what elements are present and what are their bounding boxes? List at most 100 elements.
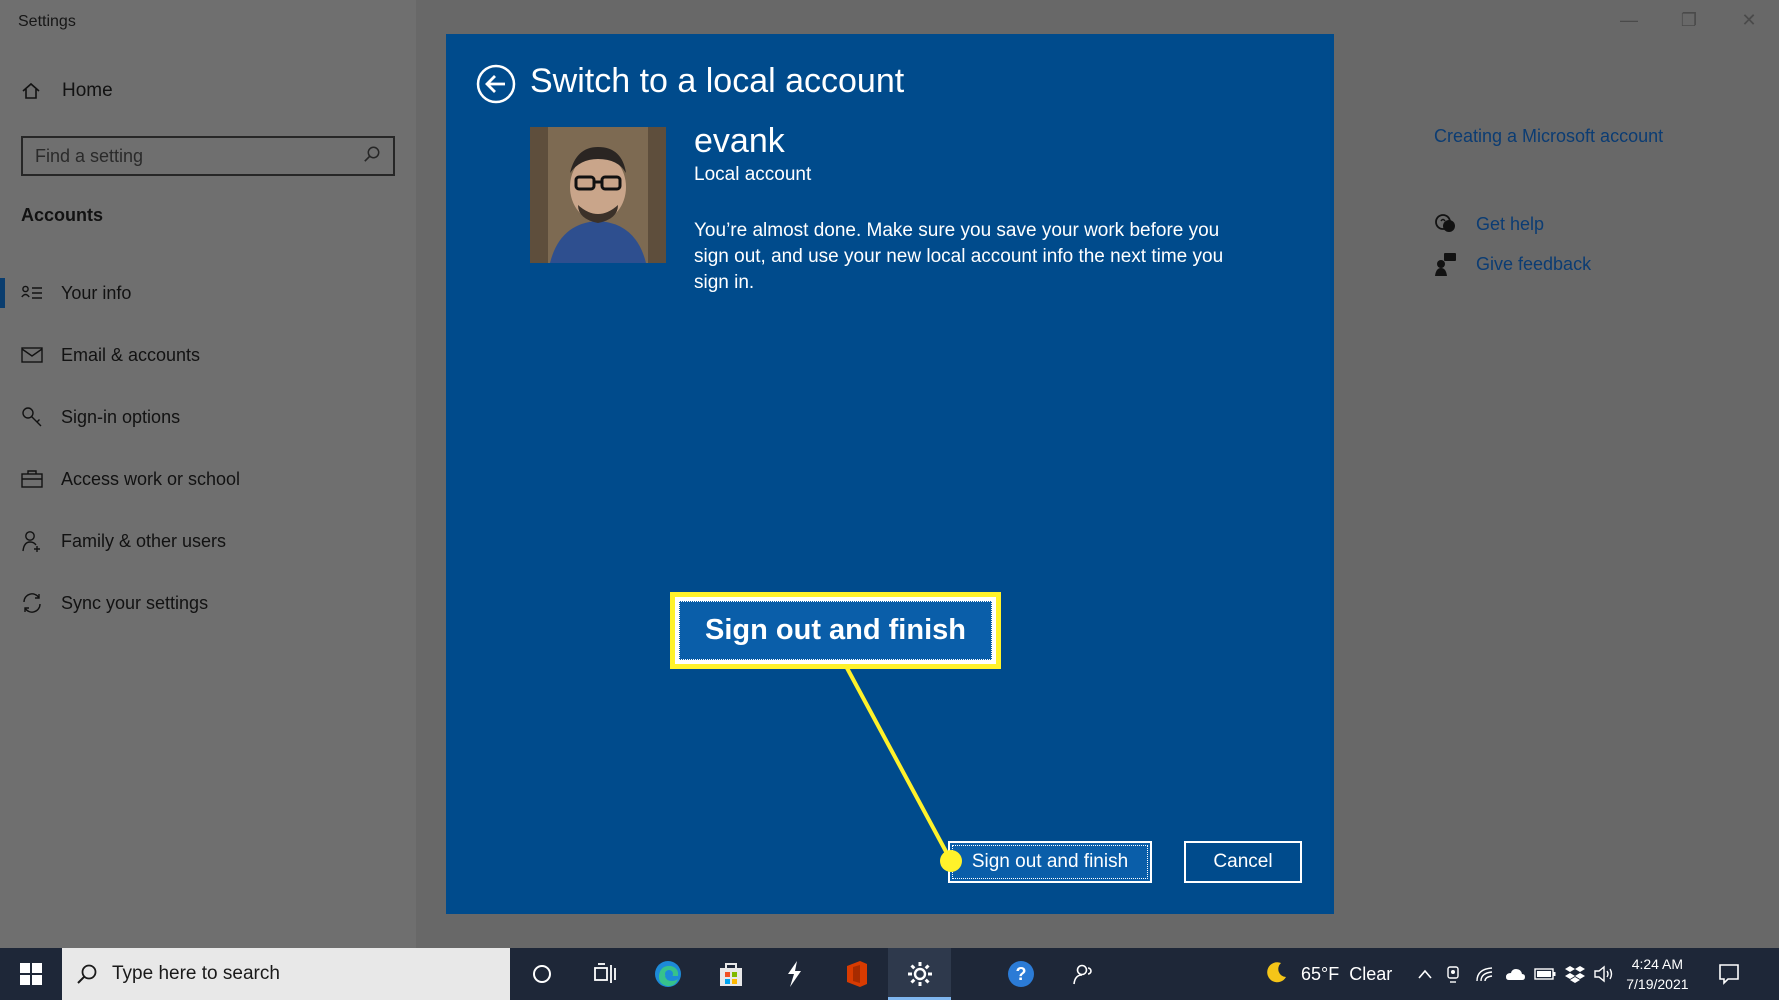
- sidebar-item-family-other-users[interactable]: Family & other users: [0, 510, 416, 572]
- store-button[interactable]: [699, 948, 762, 1000]
- taskbar-search-placeholder: Type here to search: [112, 963, 280, 984]
- task-view-icon: [593, 963, 616, 983]
- cancel-button[interactable]: Cancel: [1184, 841, 1302, 883]
- key-icon: [21, 406, 43, 428]
- weather-temp: 65°F: [1301, 963, 1340, 984]
- weather-widget[interactable]: 65°F Clear: [1265, 960, 1392, 989]
- creating-microsoft-account-link[interactable]: Creating a Microsoft account: [1434, 126, 1663, 147]
- user-avatar: [530, 127, 666, 263]
- onedrive-button[interactable]: [1500, 948, 1530, 1000]
- taskbar: Type here to search ? 65°F Clear 4:24 AM…: [0, 948, 1779, 1000]
- clock-date: 7/19/2021: [1626, 976, 1689, 992]
- taskbar-search[interactable]: Type here to search: [62, 948, 510, 1000]
- people-icon: [1072, 964, 1092, 985]
- restore-button[interactable]: ❐: [1659, 0, 1719, 40]
- network-button[interactable]: [1470, 948, 1500, 1000]
- battery-button[interactable]: [1530, 948, 1560, 1000]
- get-help-label: Get help: [1476, 213, 1545, 234]
- show-hidden-icons-button[interactable]: [1410, 948, 1440, 1000]
- back-button[interactable]: [476, 64, 516, 104]
- cortana-button[interactable]: [510, 948, 573, 1000]
- task-view-button[interactable]: [573, 948, 636, 1000]
- find-setting-search[interactable]: [21, 136, 395, 176]
- annotation-callout: Sign out and finish: [670, 592, 1001, 669]
- sidebar-item-label: Sync your settings: [61, 592, 209, 613]
- lightning-app-icon: [787, 961, 801, 987]
- moon-icon: [1265, 960, 1289, 989]
- webcam-icon: [1447, 966, 1459, 983]
- help-chat-icon: [1434, 212, 1458, 236]
- office-button[interactable]: [825, 948, 888, 1000]
- home-icon: [20, 80, 42, 102]
- dialog-title: Switch to a local account: [530, 62, 905, 100]
- feedback-icon: [1434, 252, 1458, 276]
- sync-icon: [21, 592, 43, 614]
- notification-icon: [1718, 964, 1739, 985]
- sidebar-item-sign-in-options[interactable]: Sign-in options: [0, 386, 416, 448]
- find-setting-input[interactable]: [35, 145, 363, 167]
- close-button[interactable]: ✕: [1719, 0, 1779, 40]
- speaker-icon: [1594, 965, 1613, 983]
- person-card-icon: [21, 282, 43, 304]
- windows-logo-icon: [20, 963, 42, 985]
- settings-sidebar: Settings Home Accounts Your info Email &…: [0, 0, 416, 948]
- back-arrow-icon: [476, 64, 516, 104]
- app-bolt-button[interactable]: [762, 948, 825, 1000]
- start-button[interactable]: [0, 948, 62, 1000]
- help-icon: ?: [1007, 961, 1034, 987]
- sidebar-item-label: Your info: [61, 282, 132, 303]
- minimize-button[interactable]: —: [1599, 0, 1659, 40]
- search-icon[interactable]: [363, 145, 381, 168]
- app-title: Settings: [18, 13, 76, 30]
- nav-home[interactable]: Home: [20, 80, 113, 102]
- sidebar-item-label: Access work or school: [61, 468, 241, 489]
- clock[interactable]: 4:24 AM 7/19/2021: [1626, 954, 1688, 994]
- system-tray: [1410, 948, 1620, 1000]
- mail-icon: [21, 344, 43, 366]
- dropbox-button[interactable]: [1560, 948, 1590, 1000]
- person-add-icon: [21, 530, 43, 552]
- nav-home-label: Home: [62, 80, 113, 101]
- account-type: Local account: [694, 164, 812, 185]
- volume-button[interactable]: [1590, 948, 1620, 1000]
- user-name: evank: [694, 122, 785, 160]
- sidebar-item-label: Email & accounts: [61, 344, 201, 365]
- search-icon: [76, 963, 98, 985]
- give-feedback-label: Give feedback: [1476, 253, 1592, 274]
- dropbox-icon: [1565, 966, 1586, 983]
- people-button[interactable]: [1052, 948, 1115, 1000]
- switch-local-account-dialog: Switch to a local account evank Local ac…: [446, 34, 1334, 914]
- edge-icon: [654, 961, 681, 987]
- weather-desc: Clear: [1349, 963, 1393, 984]
- store-icon: [719, 963, 742, 986]
- cloud-icon: [1506, 969, 1526, 980]
- accounts-nav-list: Your info Email & accounts Sign-in optio…: [0, 262, 416, 634]
- clock-time: 4:24 AM: [1631, 956, 1684, 972]
- sidebar-item-label: Family & other users: [61, 530, 227, 551]
- sidebar-item-your-info[interactable]: Your info: [0, 262, 416, 324]
- get-help-link[interactable]: Get help: [1434, 212, 1544, 236]
- battery-icon: [1534, 968, 1556, 980]
- wifi-icon: [1476, 967, 1493, 982]
- cortana-icon: [532, 965, 551, 983]
- sidebar-item-email-accounts[interactable]: Email & accounts: [0, 324, 416, 386]
- dialog-message: You’re almost done. Make sure you save y…: [694, 220, 1224, 293]
- give-feedback-link[interactable]: Give feedback: [1434, 252, 1591, 276]
- sign-out-finish-button[interactable]: Sign out and finish: [948, 841, 1152, 883]
- sidebar-item-label: Sign-in options: [61, 406, 181, 427]
- action-center-button[interactable]: [1703, 948, 1755, 1000]
- settings-taskbar-button[interactable]: [888, 948, 951, 1000]
- callout-label: Sign out and finish: [679, 601, 992, 660]
- svg-text:?: ?: [1015, 964, 1026, 984]
- sidebar-item-access-work-school[interactable]: Access work or school: [0, 448, 416, 510]
- briefcase-icon: [21, 468, 43, 490]
- window-controls: — ❐ ✕: [1599, 0, 1779, 40]
- edge-button[interactable]: [636, 948, 699, 1000]
- help-app-button[interactable]: ?: [989, 948, 1052, 1000]
- chevron-up-icon: [1418, 969, 1432, 979]
- office-icon: [846, 961, 867, 987]
- section-accounts: Accounts: [21, 205, 104, 225]
- sidebar-item-sync-settings[interactable]: Sync your settings: [0, 572, 416, 634]
- gear-icon: [907, 962, 932, 986]
- meet-now-button[interactable]: [1440, 948, 1470, 1000]
